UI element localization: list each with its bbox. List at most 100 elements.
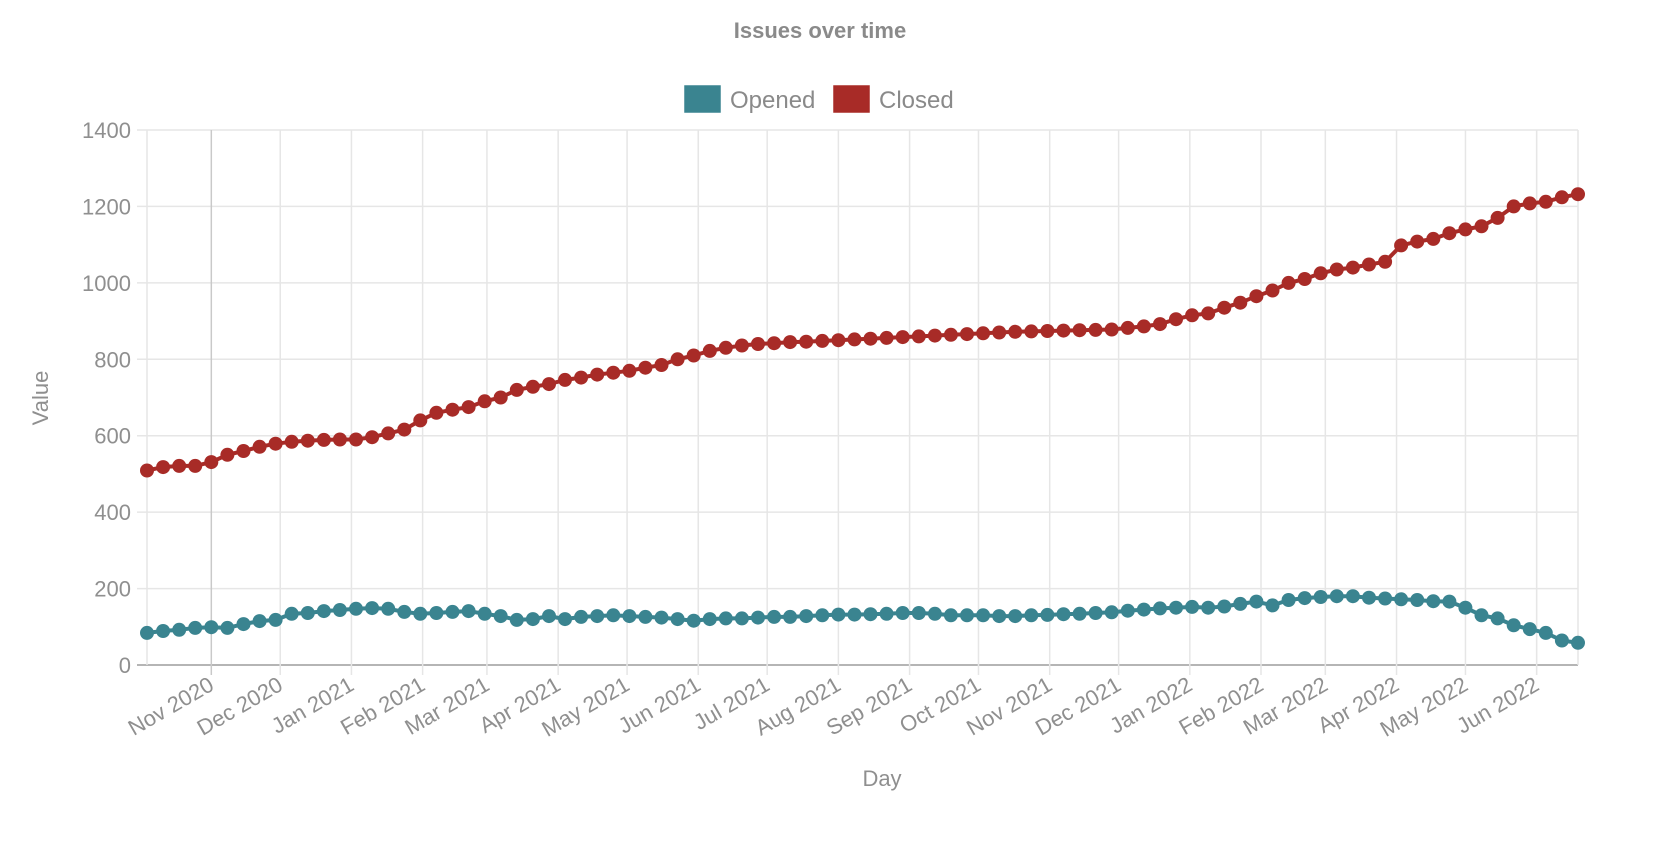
data-point-opened[interactable] — [445, 604, 460, 619]
data-point-opened[interactable] — [558, 612, 572, 627]
data-point-opened[interactable] — [413, 606, 428, 621]
data-point-opened[interactable] — [477, 606, 492, 621]
data-point-closed[interactable] — [911, 329, 926, 344]
data-point-opened[interactable] — [734, 611, 749, 626]
legend-item-opened[interactable]: Opened — [684, 85, 815, 114]
data-point-closed[interactable] — [847, 332, 862, 347]
data-point-opened[interactable] — [140, 625, 154, 640]
data-point-opened[interactable] — [574, 609, 589, 624]
data-point-closed[interactable] — [1345, 260, 1360, 275]
data-point-opened[interactable] — [1538, 625, 1553, 640]
data-point-closed[interactable] — [332, 432, 347, 447]
data-point-closed[interactable] — [172, 458, 187, 473]
data-point-opened[interactable] — [992, 609, 1007, 624]
data-point-opened[interactable] — [863, 607, 878, 622]
data-point-closed[interactable] — [943, 327, 958, 342]
data-point-opened[interactable] — [397, 604, 412, 619]
data-point-closed[interactable] — [686, 348, 701, 363]
data-point-opened[interactable] — [365, 601, 380, 616]
data-point-opened[interactable] — [1394, 592, 1409, 607]
data-point-opened[interactable] — [1169, 600, 1183, 615]
data-point-closed[interactable] — [349, 432, 363, 447]
data-point-closed[interactable] — [767, 336, 782, 351]
data-point-opened[interactable] — [590, 609, 605, 624]
data-point-closed[interactable] — [992, 325, 1007, 340]
data-point-closed[interactable] — [477, 394, 492, 409]
data-point-closed[interactable] — [1104, 322, 1119, 337]
data-point-opened[interactable] — [1378, 591, 1393, 606]
data-point-opened[interactable] — [976, 608, 991, 623]
data-point-opened[interactable] — [686, 613, 701, 628]
data-point-opened[interactable] — [1217, 599, 1232, 614]
data-point-closed[interactable] — [638, 360, 653, 375]
data-point-closed[interactable] — [734, 338, 749, 353]
data-point-closed[interactable] — [815, 333, 830, 348]
data-point-closed[interactable] — [140, 463, 154, 478]
data-point-opened[interactable] — [429, 606, 444, 620]
data-point-closed[interactable] — [558, 372, 572, 387]
data-point-opened[interactable] — [156, 624, 171, 638]
data-point-closed[interactable] — [429, 405, 444, 420]
data-point-opened[interactable] — [1345, 589, 1360, 604]
data-point-opened[interactable] — [1040, 607, 1055, 622]
data-point-opened[interactable] — [1136, 602, 1151, 617]
data-point-closed[interactable] — [879, 330, 894, 345]
data-point-opened[interactable] — [1201, 600, 1216, 615]
data-point-closed[interactable] — [413, 413, 428, 428]
data-point-opened[interactable] — [847, 607, 862, 622]
data-point-opened[interactable] — [1104, 605, 1119, 620]
data-point-closed[interactable] — [1169, 312, 1183, 327]
data-point-opened[interactable] — [783, 609, 798, 624]
data-point-opened[interactable] — [1024, 608, 1039, 623]
data-point-closed[interactable] — [751, 337, 765, 351]
data-point-closed[interactable] — [188, 458, 203, 473]
data-point-closed[interactable] — [1571, 187, 1585, 202]
data-point-opened[interactable] — [204, 620, 219, 635]
data-point-opened[interactable] — [1474, 608, 1489, 623]
data-point-opened[interactable] — [1362, 590, 1376, 605]
data-point-closed[interactable] — [1281, 275, 1296, 290]
data-point-closed[interactable] — [365, 430, 380, 445]
data-point-opened[interactable] — [1426, 594, 1441, 609]
data-point-closed[interactable] — [590, 367, 605, 382]
data-point-opened[interactable] — [1571, 635, 1585, 650]
data-point-opened[interactable] — [1313, 590, 1328, 604]
data-point-closed[interactable] — [1474, 219, 1489, 234]
data-point-closed[interactable] — [1217, 300, 1232, 315]
data-point-opened[interactable] — [525, 612, 540, 627]
data-point-opened[interactable] — [1329, 589, 1344, 604]
data-point-opened[interactable] — [654, 610, 669, 625]
data-point-closed[interactable] — [397, 422, 412, 437]
data-point-opened[interactable] — [381, 601, 396, 616]
data-point-opened[interactable] — [1120, 603, 1135, 618]
data-point-closed[interactable] — [1362, 257, 1376, 272]
data-point-closed[interactable] — [1265, 283, 1280, 298]
data-point-opened[interactable] — [284, 606, 299, 621]
data-point-opened[interactable] — [799, 609, 814, 624]
data-point-closed[interactable] — [1088, 322, 1103, 337]
data-point-closed[interactable] — [525, 379, 540, 394]
data-point-closed[interactable] — [381, 426, 396, 441]
data-point-closed[interactable] — [863, 331, 878, 346]
data-point-opened[interactable] — [493, 609, 508, 624]
data-point-closed[interactable] — [574, 370, 589, 385]
data-point-opened[interactable] — [1442, 594, 1457, 609]
data-point-opened[interactable] — [188, 620, 203, 635]
data-point-closed[interactable] — [1426, 231, 1441, 246]
data-point-closed[interactable] — [702, 343, 717, 358]
data-point-opened[interactable] — [268, 612, 283, 627]
data-point-closed[interactable] — [252, 439, 267, 454]
data-point-closed[interactable] — [1313, 266, 1328, 281]
data-point-closed[interactable] — [284, 434, 299, 449]
data-point-opened[interactable] — [718, 611, 733, 626]
data-point-closed[interactable] — [1378, 254, 1393, 269]
data-point-opened[interactable] — [300, 606, 315, 620]
data-point-opened[interactable] — [751, 610, 765, 625]
data-point-closed[interactable] — [1506, 199, 1521, 214]
data-point-opened[interactable] — [1185, 599, 1200, 614]
data-point-closed[interactable] — [268, 436, 283, 451]
data-point-closed[interactable] — [927, 328, 942, 343]
data-point-closed[interactable] — [1024, 324, 1039, 339]
data-point-closed[interactable] — [220, 447, 235, 462]
data-point-closed[interactable] — [156, 460, 171, 475]
